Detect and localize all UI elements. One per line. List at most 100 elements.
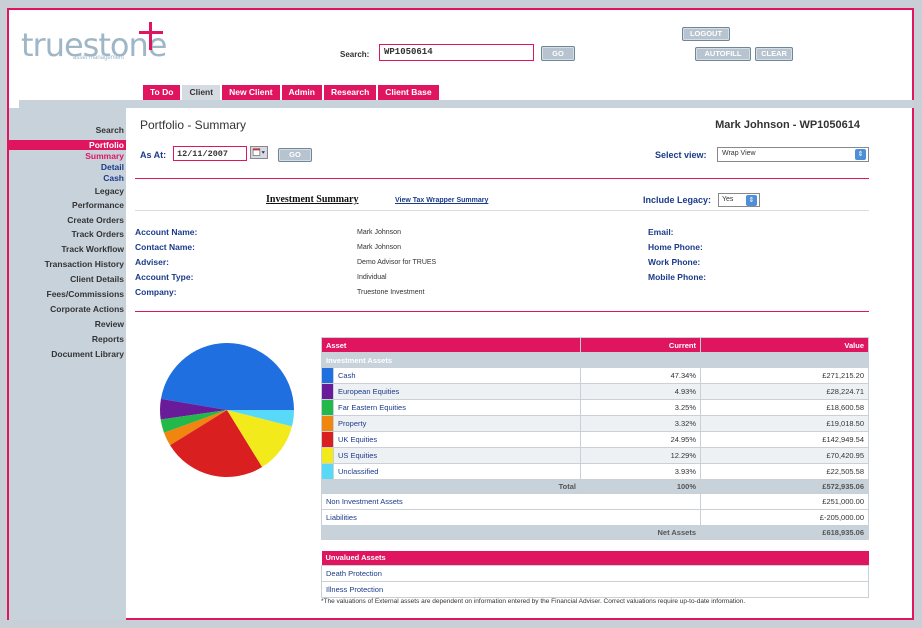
asset-value: £28,224.71 (700, 383, 869, 400)
sidebar-item-performance[interactable]: Performance (72, 200, 124, 210)
truestone-logo: truestone asset management (21, 22, 171, 64)
current-column-header: Current (580, 337, 701, 353)
search-input[interactable]: WP1050614 (379, 44, 534, 61)
asset-percent: 4.93% (580, 383, 701, 400)
tab-research[interactable]: Research (323, 85, 377, 100)
valuation-footnote: *The valuations of External assets are d… (321, 598, 746, 605)
sidebar-item-corporate-actions[interactable]: Corporate Actions (50, 304, 124, 314)
autofill-button[interactable]: AUTOFILL (695, 47, 751, 61)
table-row: Far Eastern Equities 3.25% £18,600.58 (321, 399, 869, 416)
mobile-phone-label: Mobile Phone: (648, 272, 707, 282)
net-assets-label: Net Assets (321, 525, 701, 540)
color-swatch (321, 463, 334, 480)
sidebar-item-track-workflow[interactable]: Track Workflow (61, 244, 124, 254)
table-row: US Equities 12.29% £70,420.95 (321, 447, 869, 464)
asset-value: £19,018.50 (700, 415, 869, 432)
asset-name[interactable]: European Equities (333, 383, 581, 400)
table-row: Unclassified 3.93% £22,505.58 (321, 463, 869, 480)
company-label: Company: (135, 287, 177, 297)
asset-name[interactable]: Cash (333, 367, 581, 384)
table-row: Property 3.32% £19,018.50 (321, 415, 869, 432)
sidebar-item-create-orders[interactable]: Create Orders (67, 215, 124, 225)
asset-allocation-pie-chart (160, 343, 294, 477)
unvalued-assets-table: Unvalued Assets Death Protection Illness… (321, 551, 869, 598)
logo-cross-icon (139, 22, 163, 50)
tab-client[interactable]: Client (182, 85, 221, 101)
sidebar-item-client-details[interactable]: Client Details (70, 274, 124, 284)
select-arrow-icon: ⇕ (746, 195, 757, 206)
sidebar-item-summary[interactable]: Summary (85, 151, 124, 161)
non-investment-assets-value: £251,000.00 (700, 493, 869, 510)
sidebar-item-search[interactable]: Search (96, 125, 124, 135)
include-legacy-select[interactable]: Yes ⇕ (718, 193, 760, 207)
company-value: Truestone Investment (357, 289, 425, 296)
unvalued-assets-header: Unvalued Assets (321, 551, 869, 565)
home-phone-label: Home Phone: (648, 242, 703, 252)
logo-subtitle: asset management (73, 55, 125, 61)
tab-new-client[interactable]: New Client (222, 85, 280, 100)
divider (135, 178, 869, 179)
asset-percent: 12.29% (580, 447, 701, 464)
unvalued-row-illness-protection[interactable]: Illness Protection (321, 580, 869, 598)
sidebar-item-cash[interactable]: Cash (103, 173, 124, 183)
asset-value: £18,600.58 (700, 399, 869, 416)
contact-name-label: Contact Name: (135, 242, 195, 252)
search-label: Search: (340, 50, 370, 59)
account-type-label: Account Type: (135, 272, 194, 282)
view-select[interactable]: Wrap View ⇕ (717, 147, 869, 162)
asat-label: As At: (140, 150, 167, 160)
asset-name[interactable]: US Equities (333, 447, 581, 464)
search-go-button[interactable]: GO (541, 46, 575, 61)
sidebar-item-reports[interactable]: Reports (92, 334, 124, 344)
asset-percent: 47.34% (580, 367, 701, 384)
investment-summary-heading: Investment Summary (266, 194, 359, 205)
main-tabs: To Do Client New Client Admin Research C… (143, 85, 441, 101)
divider (135, 210, 869, 211)
sidebar-item-fees-commissions[interactable]: Fees/Commissions (47, 289, 124, 299)
include-legacy-label: Include Legacy: (643, 195, 712, 205)
tax-wrapper-summary-link[interactable]: View Tax Wrapper Summary (395, 197, 488, 204)
calendar-icon[interactable] (250, 146, 268, 159)
color-swatch (321, 431, 334, 448)
asat-go-button[interactable]: GO (278, 148, 312, 162)
non-investment-assets-label[interactable]: Non Investment Assets (321, 493, 701, 510)
asset-name[interactable]: Unclassified (333, 463, 581, 480)
contact-name-value: Mark Johnson (357, 244, 401, 251)
email-label: Email: (648, 227, 674, 237)
sidebar-item-legacy[interactable]: Legacy (95, 186, 124, 196)
client-header: Mark Johnson - WP1050614 (715, 119, 860, 131)
asset-table: Asset Current Value Investment Assets Ca… (321, 337, 869, 540)
sidebar-item-review[interactable]: Review (95, 319, 124, 329)
sidebar-item-transaction-history[interactable]: Transaction History (45, 259, 124, 269)
legacy-select-value: Yes (722, 196, 734, 203)
adviser-value: Demo Advisor for TRUES (357, 259, 437, 266)
total-label: Total (321, 479, 581, 494)
account-type-value: Individual (357, 274, 387, 281)
liabilities-label[interactable]: Liabilities (321, 509, 701, 526)
net-assets-value: £618,935.06 (700, 525, 869, 540)
sidebar-item-portfolio[interactable]: Portfolio (9, 140, 126, 150)
sidebar-item-track-orders[interactable]: Track Orders (72, 229, 124, 239)
asset-name[interactable]: Far Eastern Equities (333, 399, 581, 416)
app-frame: truestone asset management Search: WP105… (7, 8, 914, 620)
table-row: Cash 47.34% £271,215.20 (321, 367, 869, 384)
page-title: Portfolio - Summary (140, 118, 247, 132)
liabilities-value: £-205,000.00 (700, 509, 869, 526)
tab-to-do[interactable]: To Do (143, 85, 181, 100)
clear-button[interactable]: CLEAR (755, 47, 793, 61)
view-select-value: Wrap View (722, 150, 756, 157)
unvalued-row-death-protection[interactable]: Death Protection (321, 564, 869, 582)
sidebar-item-detail[interactable]: Detail (101, 162, 124, 172)
asset-name[interactable]: UK Equities (333, 431, 581, 448)
tab-client-base[interactable]: Client Base (378, 85, 439, 100)
sidebar: Search Portfolio Summary Detail Cash Leg… (9, 108, 126, 620)
logout-button[interactable]: LOGOUT (682, 27, 730, 41)
asset-percent: 3.25% (580, 399, 701, 416)
asset-name[interactable]: Property (333, 415, 581, 432)
asset-percent: 3.93% (580, 463, 701, 480)
tab-admin[interactable]: Admin (281, 85, 322, 100)
asat-date-input[interactable]: 12/11/2007 (173, 146, 247, 161)
asset-column-header: Asset (321, 337, 581, 353)
value-column-header: Value (700, 337, 869, 353)
sidebar-item-document-library[interactable]: Document Library (51, 349, 124, 359)
